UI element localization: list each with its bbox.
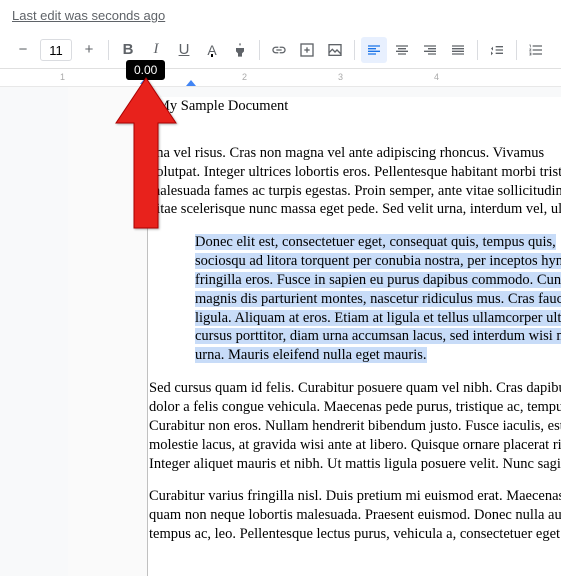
link-icon bbox=[271, 42, 287, 58]
document-area: My Sample Document gna vel risus. Cras n… bbox=[0, 87, 561, 576]
text-line[interactable]: molestie lacus, at gravida wisi ante at … bbox=[149, 436, 561, 455]
align-left-icon bbox=[366, 42, 382, 58]
underline-button[interactable]: U bbox=[171, 37, 197, 63]
text-line[interactable]: malesuada fames ac turpis egestas. Proin… bbox=[149, 182, 561, 201]
text-line[interactable]: dolor a felis congue vehicula. Maecenas … bbox=[149, 398, 561, 417]
document-title[interactable]: My Sample Document bbox=[157, 97, 561, 116]
text-line[interactable]: vitae scelerisque nunc massa eget pede. … bbox=[149, 200, 561, 219]
add-comment-button[interactable] bbox=[294, 37, 320, 63]
last-edit-link[interactable]: Last edit was seconds ago bbox=[0, 0, 561, 31]
line-spacing-button[interactable] bbox=[484, 37, 510, 63]
align-center-icon bbox=[394, 42, 410, 58]
separator bbox=[259, 40, 260, 60]
text-line[interactable]: fringilla eros. Fusce in sapien eu purus… bbox=[195, 271, 561, 290]
indent-value-tooltip: 0.00 bbox=[126, 60, 165, 80]
text-line[interactable]: tempus ac, leo. Pellentesque lectus puru… bbox=[149, 525, 561, 544]
ruler-tick: 2 bbox=[242, 72, 247, 82]
separator bbox=[477, 40, 478, 60]
align-justify-button[interactable] bbox=[445, 37, 471, 63]
separator bbox=[516, 40, 517, 60]
italic-button[interactable]: I bbox=[143, 37, 169, 63]
text-line[interactable]: Donec elit est, consectetuer eget, conse… bbox=[195, 233, 561, 252]
insert-image-button[interactable] bbox=[322, 37, 348, 63]
left-margin bbox=[68, 87, 148, 576]
text-line[interactable]: quam non neque lobortis malesuada. Praes… bbox=[149, 506, 561, 525]
numbered-list-icon bbox=[528, 42, 544, 58]
align-left-button[interactable] bbox=[361, 37, 387, 63]
separator bbox=[108, 40, 109, 60]
align-right-button[interactable] bbox=[417, 37, 443, 63]
decrease-font-button[interactable]: − bbox=[10, 37, 36, 63]
comment-icon bbox=[299, 42, 315, 58]
text-line[interactable]: volutpat. Integer ultrices lobortis eros… bbox=[149, 163, 561, 182]
align-justify-icon bbox=[450, 42, 466, 58]
numbered-list-button[interactable] bbox=[523, 37, 549, 63]
text-line[interactable]: magnis dis parturient montes, nascetur r… bbox=[195, 290, 561, 309]
highlight-button[interactable] bbox=[227, 37, 253, 63]
ruler-tick: 1 bbox=[60, 72, 65, 82]
paragraph[interactable]: Curabitur varius fringilla nisl. Duis pr… bbox=[149, 487, 561, 544]
line-spacing-icon bbox=[489, 42, 505, 58]
paragraph[interactable]: Sed cursus quam id felis. Curabitur posu… bbox=[149, 379, 561, 473]
text-line[interactable]: gna vel risus. Cras non magna vel ante a… bbox=[149, 144, 561, 163]
font-size-input[interactable]: 11 bbox=[40, 39, 72, 61]
ruler[interactable]: 1 2 3 4 bbox=[0, 69, 561, 87]
text-color-button[interactable]: A bbox=[199, 37, 225, 63]
bold-button[interactable]: B bbox=[115, 37, 141, 63]
text-line[interactable]: cursus porttitor, diam urna accumsan lac… bbox=[195, 327, 561, 346]
align-center-button[interactable] bbox=[389, 37, 415, 63]
paragraph[interactable]: gna vel risus. Cras non magna vel ante a… bbox=[149, 144, 561, 219]
separator bbox=[354, 40, 355, 60]
text-line[interactable]: sociosqu ad litora torquent per conubia … bbox=[195, 252, 561, 271]
text-line[interactable]: urna. Mauris eleifend nulla eget mauris. bbox=[195, 346, 561, 365]
paragraph[interactable]: Donec elit est, consectetuer eget, conse… bbox=[195, 233, 561, 365]
toolbar: − 11 + B I U A bbox=[0, 31, 561, 69]
ruler-tick: 4 bbox=[434, 72, 439, 82]
text-line[interactable]: Curabitur non eros. Nullam hendrerit bib… bbox=[149, 417, 561, 436]
text-line[interactable]: ligula. Aliquam at eros. Etiam at ligula… bbox=[195, 309, 561, 328]
text-line[interactable]: Curabitur varius fringilla nisl. Duis pr… bbox=[149, 487, 561, 506]
ruler-tick: 3 bbox=[338, 72, 343, 82]
increase-font-button[interactable]: + bbox=[76, 37, 102, 63]
text-line[interactable]: Integer aliquet mauris et nibh. Ut matti… bbox=[149, 455, 561, 474]
insert-link-button[interactable] bbox=[266, 37, 292, 63]
align-right-icon bbox=[422, 42, 438, 58]
text-line[interactable]: Sed cursus quam id felis. Curabitur posu… bbox=[149, 379, 561, 398]
hanging-indent-marker[interactable] bbox=[186, 79, 196, 86]
image-icon bbox=[327, 42, 343, 58]
highlight-icon bbox=[232, 42, 248, 58]
